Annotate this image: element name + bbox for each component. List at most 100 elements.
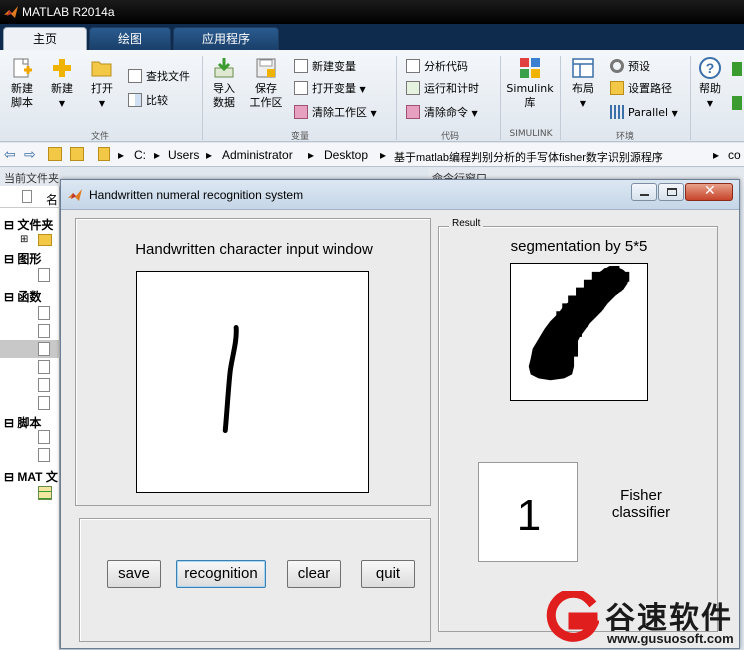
add-ons-icon: [732, 96, 742, 110]
chevron-down-icon: ▼: [579, 99, 587, 108]
open-variable-button[interactable]: 打开变量 ▼: [294, 80, 366, 98]
simulink-library-button[interactable]: Simulink 库: [504, 56, 556, 110]
recognition-button[interactable]: recognition: [176, 560, 266, 588]
minimize-icon: [640, 194, 649, 196]
tree-section-folders[interactable]: ⊟ 文件夹: [4, 216, 53, 233]
breadcrumb-item[interactable]: 基于matlab编程判别分析的手写体fisher数字识别源程序: [394, 149, 663, 165]
function-file-icon[interactable]: [38, 378, 50, 392]
up-folder-icon[interactable]: [48, 147, 62, 161]
group-separator: [396, 56, 397, 140]
clear-workspace-button[interactable]: 清除工作区 ▼: [294, 104, 377, 122]
gear-icon: [610, 59, 624, 73]
fig-file-icon[interactable]: [38, 268, 50, 282]
breadcrumb-item[interactable]: co: [728, 148, 741, 162]
save-workspace-button[interactable]: 保存 工作区: [246, 56, 286, 110]
find-files-button[interactable]: 查找文件: [128, 68, 190, 86]
preferences-button[interactable]: 预设: [610, 58, 650, 76]
simulink-icon: [520, 58, 540, 78]
analyze-code-button[interactable]: 分析代码: [406, 58, 468, 76]
breadcrumb-separator: ▸: [118, 148, 125, 162]
mat-file-icon[interactable]: [38, 486, 52, 500]
expand-icon[interactable]: ⊞: [20, 234, 28, 245]
clear-commands-button[interactable]: 清除命令 ▼: [406, 104, 478, 122]
file-list-header: 名: [0, 188, 60, 208]
script-file-icon[interactable]: [38, 430, 50, 444]
script-file-icon[interactable]: [38, 448, 50, 462]
tree-section-mat-files[interactable]: ⊟ MAT 文: [4, 468, 58, 485]
tree-section-scripts[interactable]: ⊟ 脚本: [4, 414, 41, 431]
input-window-label: Handwritten character input window: [135, 241, 373, 258]
quit-button[interactable]: quit: [361, 560, 415, 588]
save-button[interactable]: save: [107, 560, 161, 588]
tab-home[interactable]: 主页: [3, 27, 87, 50]
ribbon-overflow: [732, 62, 744, 122]
folder-icon: [38, 234, 52, 246]
tab-plots[interactable]: 绘图: [89, 27, 171, 50]
help-button[interactable]: ? 帮助 ▼: [694, 56, 726, 111]
compare-button[interactable]: 比较: [128, 92, 168, 110]
function-file-icon: [38, 342, 50, 356]
file-icon: [22, 190, 32, 203]
tab-apps[interactable]: 应用程序: [173, 27, 279, 50]
breadcrumb-separator: ▸: [380, 148, 387, 162]
collapse-icon: ⊟: [4, 218, 15, 232]
figure-title: Handwritten numeral recognition system: [89, 188, 304, 202]
maximize-icon: [667, 188, 677, 196]
import-data-button[interactable]: 导入 数据: [206, 56, 242, 110]
new-variable-button[interactable]: 新建变量: [294, 58, 356, 76]
layout-icon: [572, 58, 594, 78]
open-button[interactable]: 打开 ▼: [86, 56, 118, 111]
chevron-down-icon: ▼: [671, 109, 678, 118]
breadcrumb-item[interactable]: Desktop: [324, 148, 368, 162]
button-panel: save recognition clear quit: [79, 518, 431, 642]
app-titlebar: MATLAB R2014a: [0, 0, 744, 24]
function-file-icon[interactable]: [38, 324, 50, 338]
selected-row[interactable]: [0, 340, 60, 358]
layout-button[interactable]: 布局 ▼: [566, 56, 600, 111]
new-script-button[interactable]: 新建 脚本: [4, 56, 40, 110]
result-panel: Result segmentation by 5*5 1 Fisher clas…: [438, 218, 718, 632]
function-file-icon[interactable]: [38, 306, 50, 320]
group-separator: [560, 56, 561, 140]
group-label-code: 代码: [440, 132, 459, 142]
open-variable-icon: [294, 81, 308, 95]
collapse-icon: ⊟: [4, 470, 15, 484]
breadcrumb-item[interactable]: C:: [134, 148, 146, 162]
help-icon: ?: [699, 57, 721, 79]
current-folder-panel: 当前文件夹 名 ⊟ 文件夹 ⊞ ⊟ 图形 ⊟ 函数 ⊟ 脚本 ⊟ MAT 文: [0, 168, 60, 650]
function-file-icon[interactable]: [38, 360, 50, 374]
chevron-down-icon: ▼: [706, 99, 714, 108]
forward-arrow-icon[interactable]: ⇨: [24, 146, 36, 163]
eraser-icon: [406, 105, 420, 119]
group-label-file: 文件: [90, 132, 109, 142]
column-name[interactable]: 名: [46, 191, 58, 208]
minimize-button[interactable]: [631, 183, 657, 201]
clear-button[interactable]: clear: [287, 560, 341, 588]
drawing-canvas[interactable]: [136, 271, 369, 493]
function-file-icon[interactable]: [38, 396, 50, 410]
breadcrumb-item[interactable]: Users: [168, 148, 199, 162]
browse-folder-icon[interactable]: [70, 147, 84, 161]
tree-section-functions[interactable]: ⊟ 函数: [4, 288, 41, 305]
parallel-icon: [610, 105, 624, 119]
address-bar: ⇦ ⇨ ▸ C: ▸ Users ▸ Administrator ▸ Deskt…: [0, 143, 744, 167]
run-and-time-button[interactable]: 运行和计时: [406, 80, 479, 98]
watermark: 谷速软件 www.gusuosoft.com: [545, 589, 744, 650]
set-path-button[interactable]: 设置路径: [610, 80, 672, 98]
group-separator: [690, 56, 691, 140]
back-arrow-icon[interactable]: ⇦: [4, 146, 16, 163]
app-title: MATLAB R2014a: [22, 5, 115, 19]
run-and-time-icon: [406, 81, 420, 95]
breadcrumb-separator: ▸: [713, 148, 720, 162]
new-button[interactable]: 新建 ▼: [46, 56, 78, 111]
tree-section-figures[interactable]: ⊟ 图形: [4, 250, 41, 267]
breadcrumb-item[interactable]: Administrator: [222, 148, 293, 162]
eraser-icon: [294, 105, 308, 119]
parallel-button[interactable]: Parallel ▼: [610, 104, 678, 122]
input-panel: Handwritten character input window: [75, 218, 431, 506]
close-button[interactable]: ✕: [685, 183, 733, 201]
chevron-down-icon: ▼: [471, 109, 478, 118]
maximize-button[interactable]: [658, 183, 684, 201]
figure-titlebar: Handwritten numeral recognition system ✕: [61, 180, 739, 210]
group-separator: [500, 56, 501, 140]
